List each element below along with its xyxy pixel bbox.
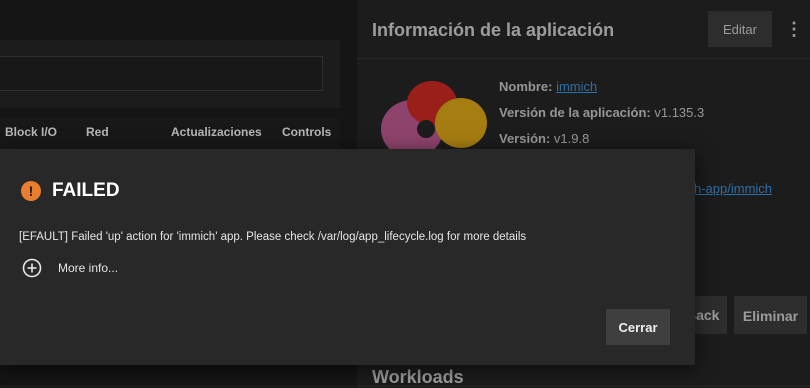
alert-circle-icon: ! <box>21 181 41 201</box>
error-dialog: ! FAILED [EFAULT] Failed 'up' action for… <box>0 149 695 365</box>
more-info-label[interactable]: More info... <box>58 261 118 275</box>
close-button[interactable]: Cerrar <box>606 309 670 345</box>
plus-circle-icon[interactable] <box>22 258 42 278</box>
dialog-title: FAILED <box>52 180 120 201</box>
error-message: [EFAULT] Failed 'up' action for 'immich'… <box>19 231 527 243</box>
